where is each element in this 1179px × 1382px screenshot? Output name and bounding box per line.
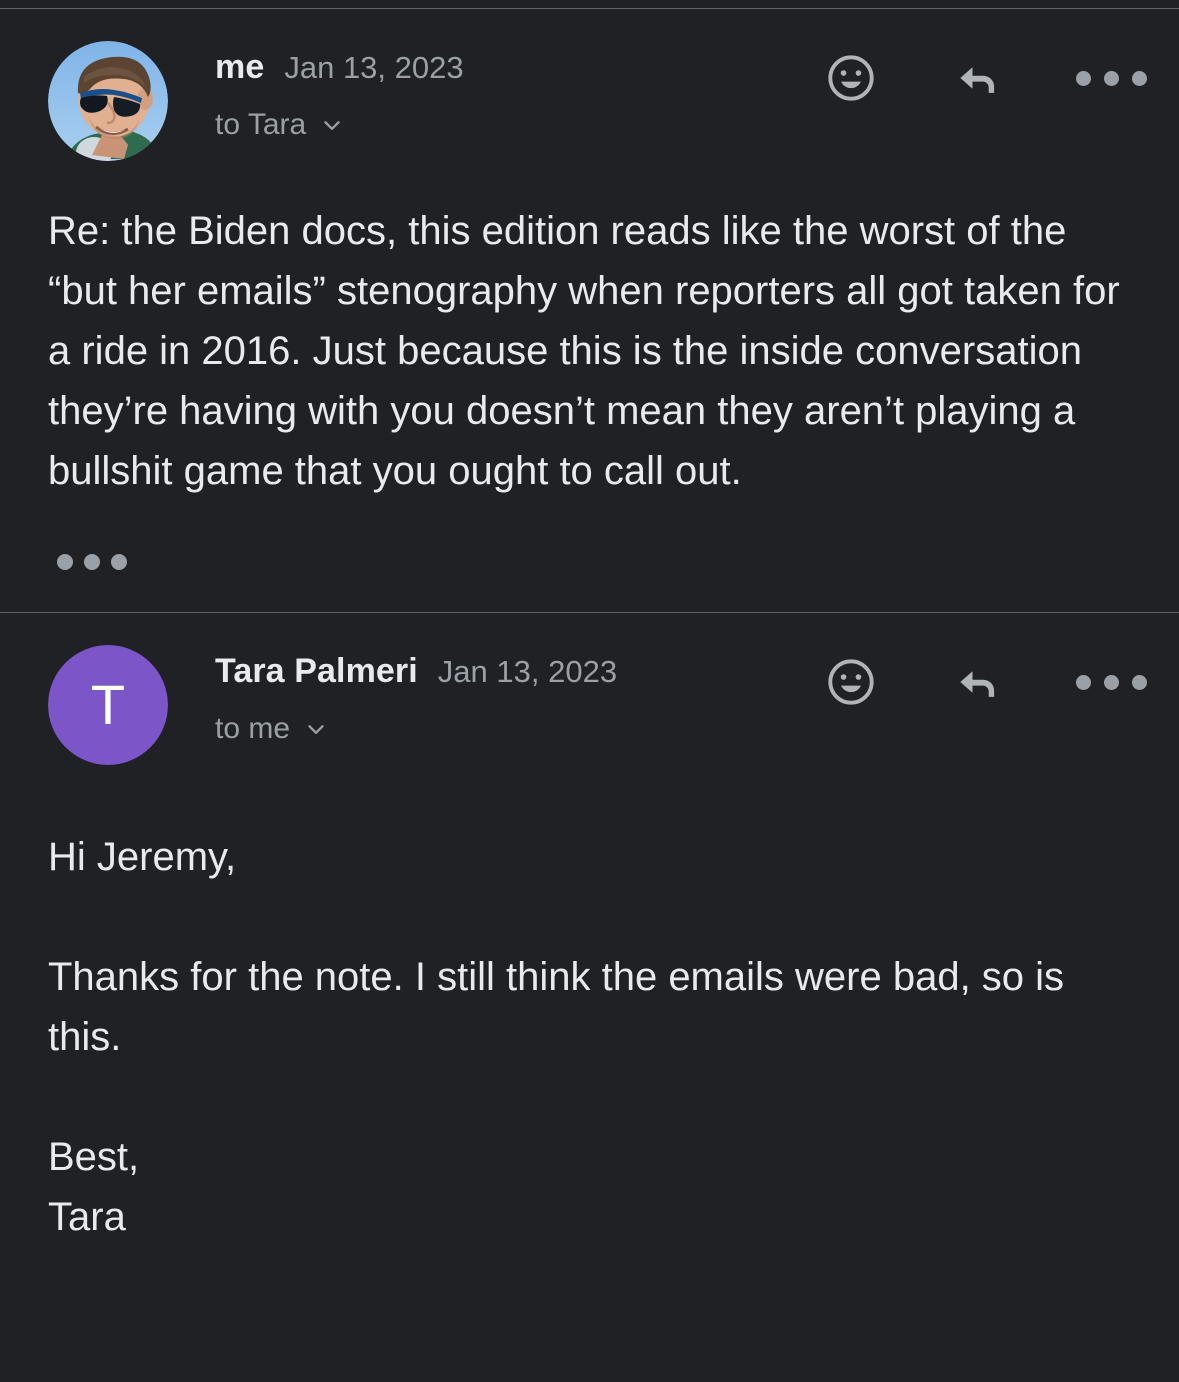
more-options-button[interactable]: [1076, 70, 1147, 86]
email-message-1[interactable]: me Jan 13, 2023 to Tara Re: the Biden do…: [0, 9, 1179, 612]
email-message-2[interactable]: T Tara Palmeri Jan 13, 2023 to me Hi Jer…: [0, 613, 1179, 1247]
more-options-button[interactable]: [1076, 674, 1147, 690]
message-date: Jan 13, 2023: [437, 654, 618, 689]
message-body-1: Re: the Biden docs, this edition reads l…: [48, 209, 1131, 493]
message-body-2: Hi Jeremy, Thanks for the note. I still …: [48, 835, 1065, 1239]
reply-arrow-icon: [960, 671, 995, 697]
smiley-icon: [828, 55, 874, 101]
reply-button[interactable]: [948, 655, 1006, 709]
smiley-icon: [828, 659, 874, 705]
message-actions-1: [824, 51, 1147, 105]
more-dots-icon: [1076, 70, 1147, 86]
message-header-2: T Tara Palmeri Jan 13, 2023 to me: [0, 613, 1179, 765]
avatar[interactable]: [48, 41, 168, 161]
recipient-row[interactable]: to Tara: [215, 108, 1149, 142]
show-trimmed-content-button[interactable]: [48, 546, 136, 578]
recipient-label: to Tara: [215, 108, 307, 141]
profile-photo-me-icon: [48, 41, 168, 161]
recipient-label: to me: [215, 712, 291, 745]
reply-arrow-icon: [960, 67, 995, 93]
sender-name[interactable]: me: [215, 48, 264, 87]
more-dots-icon: [1076, 674, 1147, 690]
add-reaction-button[interactable]: [824, 655, 878, 709]
message-1-bottom-spacer: [0, 578, 1179, 612]
chevron-down-icon[interactable]: [303, 716, 329, 742]
email-thread: me Jan 13, 2023 to Tara Re: the Biden do…: [0, 8, 1179, 1382]
message-actions-2: [824, 655, 1147, 709]
reply-button[interactable]: [948, 51, 1006, 105]
add-reaction-button[interactable]: [824, 51, 878, 105]
recipient-row[interactable]: to me: [215, 712, 1149, 746]
message-date: Jan 13, 2023: [284, 50, 464, 85]
avatar[interactable]: T: [48, 645, 168, 765]
sender-name[interactable]: Tara Palmeri: [215, 652, 418, 691]
chevron-down-icon[interactable]: [319, 112, 345, 138]
message-header-1: me Jan 13, 2023 to Tara: [0, 9, 1179, 161]
avatar-initial-tara-icon: T: [48, 645, 168, 765]
